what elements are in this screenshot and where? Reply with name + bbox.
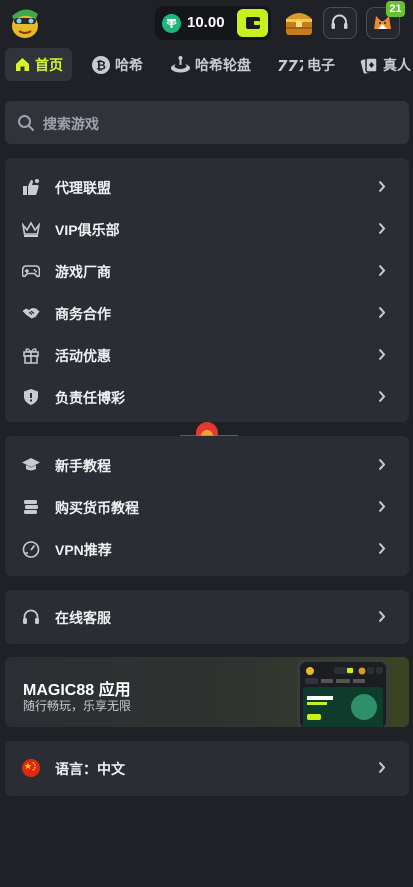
chevron-right-icon [378,390,386,403]
crown-icon [22,221,40,237]
slots-777-icon: 777 [277,57,303,75]
category-tabs: 首页 ₿ 哈希 哈希轮盘 777 电子 真人 [0,47,413,83]
menu-group-guides: 新手教程 购买货币教程 VPN推荐 [5,436,409,576]
headset-icon [331,14,348,29]
search-box[interactable]: 搜索游戏 [5,101,409,144]
chevron-right-icon [378,458,386,471]
roulette-icon [171,55,190,72]
treasure-chest-icon[interactable] [282,5,316,39]
menu-item-label: VIP俱乐部 [55,222,120,238]
gift-count-badge: 21 [386,1,405,17]
balance-amount: 10.00 [187,14,225,31]
menu-item-label: 负责任博彩 [55,390,125,406]
customer-support-button[interactable] [323,7,357,39]
chevron-right-icon [378,610,386,623]
search-icon [18,115,34,131]
menu-item-label: 在线客服 [55,610,111,626]
menu-item-vip-club[interactable]: VIP俱乐部 [5,208,409,250]
headset-icon [23,609,39,624]
china-flag-icon [22,759,40,777]
menu-item-label: 活动优惠 [55,348,111,364]
svg-text:₿: ₿ [96,58,106,72]
tab-label: 真人 [383,56,411,73]
wallet-icon [246,17,260,29]
home-icon [16,58,29,71]
chevron-right-icon [378,180,386,193]
language-selector[interactable]: 语言：中文 [5,741,409,796]
menu-item-responsible-gaming[interactable]: 负责任博彩 [5,376,409,418]
menu-item-game-providers[interactable]: 游戏厂商 [5,250,409,292]
gamepad-icon [22,265,40,278]
menu-item-label: 购买货币教程 [55,500,139,516]
menu-item-language[interactable]: 语言：中文 [5,747,409,789]
menu-item-label: 游戏厂商 [55,264,111,280]
menu-item-label: 新手教程 [55,458,111,474]
chevron-right-icon [378,542,386,555]
phone-mockup-image [297,659,389,727]
speedometer-icon [22,541,40,558]
menu-item-promotions[interactable]: 活动优惠 [5,334,409,376]
shield-icon [24,389,38,405]
chevron-right-icon [378,222,386,235]
app-download-banner[interactable]: MAGIC88 应用 随行畅玩，乐享无限 [5,657,409,727]
menu-group-main: 代理联盟 VIP俱乐部 游戏厂商 商务合作 活动优惠 负责任博彩 [5,158,409,422]
chevron-right-icon [378,500,386,513]
search-placeholder: 搜索游戏 [43,116,99,132]
tab-slots[interactable]: 777 电子 [277,48,335,81]
tab-live-casino[interactable]: 真人 [359,48,411,81]
tab-home[interactable]: 首页 [5,48,72,81]
menu-item-buy-crypto-guide[interactable]: 购买货币教程 [5,486,409,528]
chevron-right-icon [378,761,386,774]
svg-text:777: 777 [277,57,303,75]
gift-icon [23,348,39,364]
menu-item-label: VPN推荐 [55,542,112,558]
thumbs-up-icon [23,179,39,195]
menu-group-support: 在线客服 [5,590,409,644]
chevron-right-icon [378,348,386,361]
menu-item-online-support[interactable]: 在线客服 [5,596,409,638]
menu-item-label: 商务合作 [55,306,111,322]
wallet-button[interactable] [237,9,268,37]
coins-stack-icon [24,500,38,514]
tab-label: 电子 [307,56,335,73]
menu-item-business[interactable]: 商务合作 [5,292,409,334]
usdt-coin-icon [162,14,181,33]
promo-subtitle: 随行畅玩，乐享无限 [23,699,132,713]
graduation-cap-icon [22,458,40,471]
bitcoin-icon: ₿ [92,55,110,74]
tab-label: 哈希轮盘 [195,56,251,73]
avatar-logo-icon[interactable] [6,2,44,40]
chevron-right-icon [378,264,386,277]
top-bar: 10.00 21 [0,0,413,44]
tab-label: 首页 [35,56,63,73]
menu-item-label: 代理联盟 [55,180,111,196]
tab-hash-roulette[interactable]: 哈希轮盘 [170,48,251,81]
wallet-balance[interactable]: 10.00 [155,6,271,40]
tab-hash[interactable]: ₿ 哈希 [91,48,143,81]
cards-icon [360,56,378,74]
handshake-icon [22,308,40,319]
menu-item-vpn[interactable]: VPN推荐 [5,528,409,570]
menu-item-affiliate[interactable]: 代理联盟 [5,166,409,208]
menu-item-beginner-guide[interactable]: 新手教程 [5,444,409,486]
language-label: 语言：中文 [55,761,125,777]
gift-rewards-button[interactable]: 21 [366,1,405,39]
chevron-right-icon [378,306,386,319]
tab-label: 哈希 [115,56,143,73]
